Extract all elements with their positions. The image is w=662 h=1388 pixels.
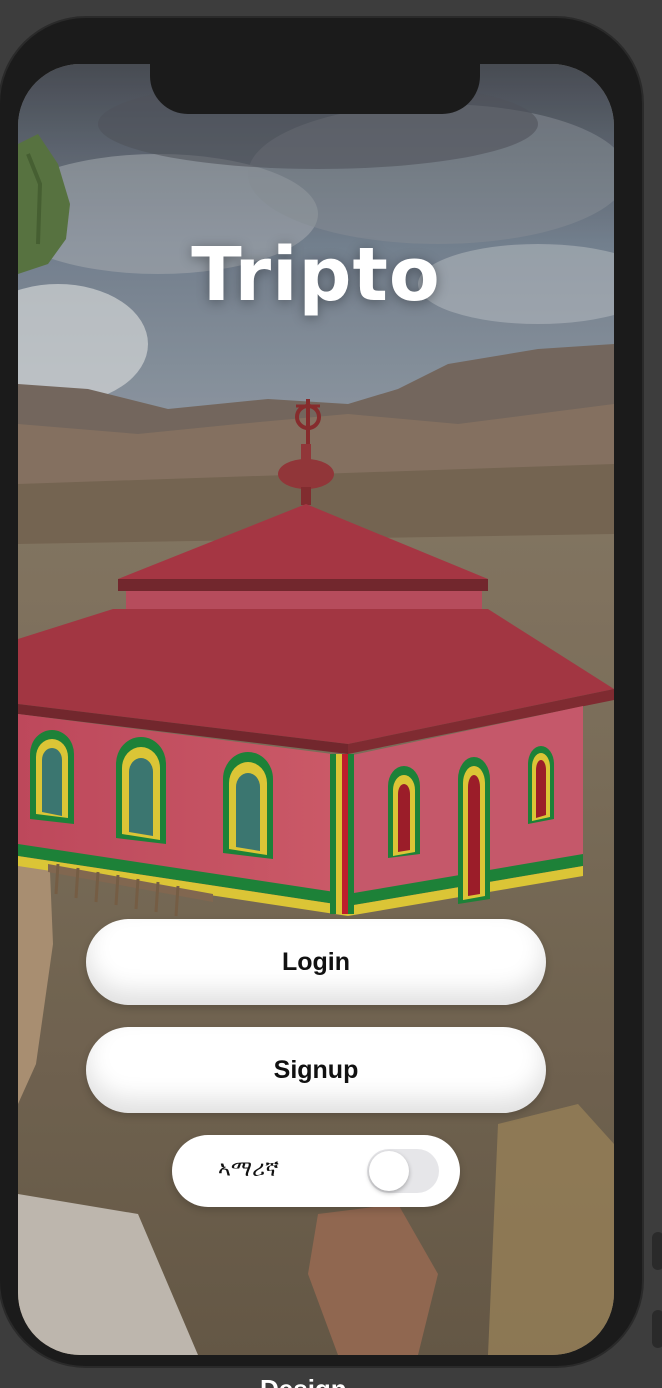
toggle-knob — [369, 1151, 409, 1191]
app-title: Tripto — [191, 232, 441, 318]
language-switch-container: ኣማሪኛ — [172, 1135, 460, 1207]
design-label: Design — [260, 1374, 347, 1388]
canvas: Tripto Login Signup ኣማሪኛ Design — [0, 0, 662, 1388]
phone-screen: Tripto Login Signup ኣማሪኛ — [18, 64, 614, 1355]
phone-notch — [150, 58, 480, 114]
language-label: ኣማሪኛ — [218, 1157, 279, 1182]
side-button — [652, 1310, 662, 1348]
login-button-label: Login — [281, 947, 351, 976]
side-button — [652, 1232, 662, 1270]
login-button[interactable]: Login — [86, 919, 546, 1005]
signup-button[interactable]: Signup — [86, 1027, 546, 1113]
phone-frame: Tripto Login Signup ኣማሪኛ — [0, 18, 642, 1366]
signup-button-label: Signup — [273, 1055, 359, 1084]
language-toggle[interactable] — [367, 1149, 439, 1193]
